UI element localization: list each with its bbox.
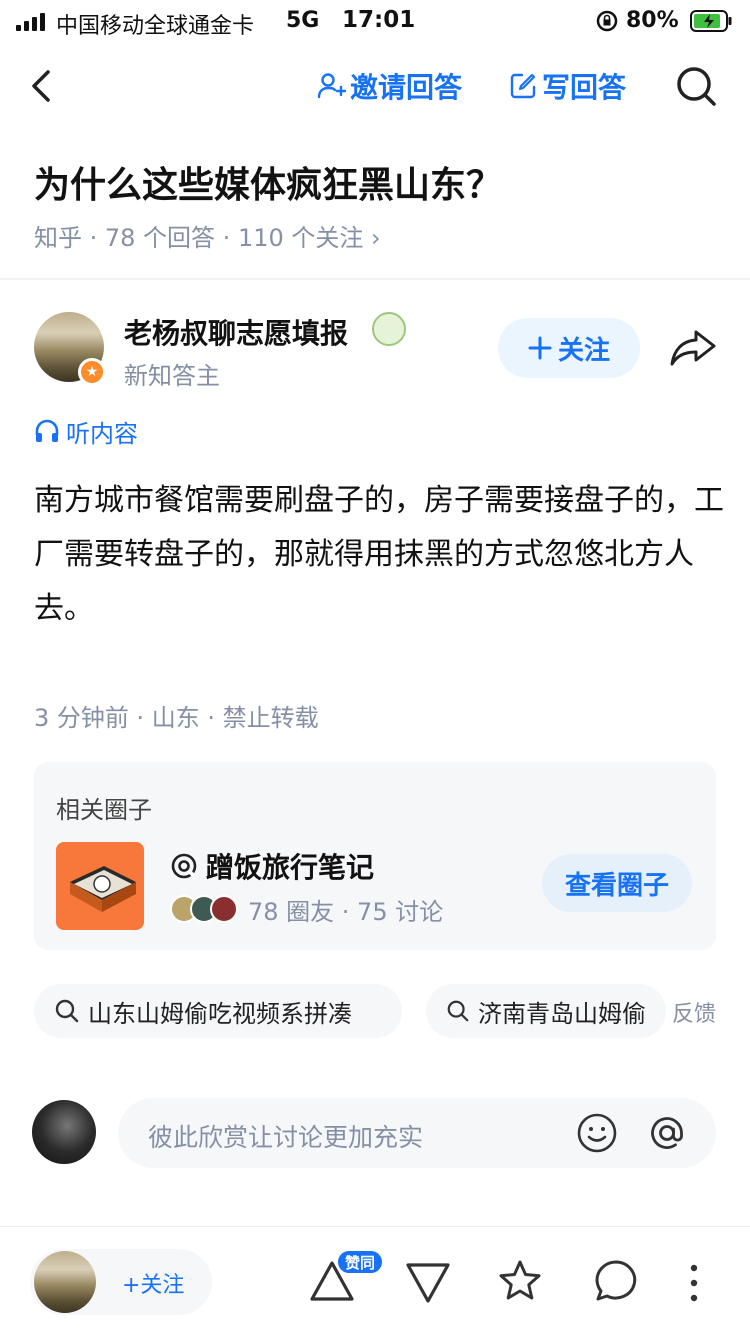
my-avatar[interactable] <box>32 1100 96 1164</box>
comment-input[interactable]: 彼此欣赏让讨论更加充实 <box>118 1098 716 1168</box>
answer-content: 南方城市餐馆需要刷盘子的，房子需要接盘子的，工厂需要转盘子的，那就得用抹黑的方式… <box>34 483 724 626</box>
invite-answer-button[interactable]: 邀请回答 <box>316 66 462 106</box>
circle-name[interactable]: 蹭饭旅行笔记 <box>170 846 374 886</box>
author-medal-icon <box>372 312 406 346</box>
bottom-follow-label: +关注 <box>122 1273 185 1298</box>
question-title[interactable]: 为什么这些媒体疯狂黑山东？ <box>34 156 502 208</box>
related-circle-card[interactable]: 相关圈子 蹭饭旅行笔记 78 圈友 · 75 讨论 查看圈子 <box>34 762 716 950</box>
related-search-label: 山东山姆偷吃视频系拼凑 <box>88 999 352 1028</box>
listen-label: 听内容 <box>66 420 138 448</box>
listen-button[interactable]: 听内容 <box>34 414 138 449</box>
carrier-label: 中国移动全球通金卡 <box>56 14 255 39</box>
star-icon[interactable] <box>496 1257 544 1305</box>
network-label: 5G <box>286 8 320 33</box>
edit-icon <box>510 73 536 99</box>
search-icon[interactable] <box>674 64 718 108</box>
top-nav: 邀请回答 写回答 <box>0 56 750 116</box>
question-meta[interactable]: 知乎 · 78 个回答 · 110 个关注 › <box>34 218 381 253</box>
comment-icon[interactable] <box>592 1257 640 1305</box>
circle-thumbnail <box>56 842 144 930</box>
write-answer-label: 写回答 <box>542 71 627 104</box>
related-circle-heading: 相关圈子 <box>56 796 152 824</box>
bottom-follow-button[interactable]: +关注 <box>30 1249 212 1315</box>
share-icon[interactable] <box>668 326 718 370</box>
follow-label: 关注 <box>557 335 610 366</box>
search-icon <box>55 999 79 1023</box>
rotation-lock-icon <box>596 10 618 32</box>
plus-icon <box>528 336 552 360</box>
battery-icon <box>690 10 732 32</box>
signal-icon <box>16 13 45 31</box>
follow-button[interactable]: 关注 <box>498 318 640 378</box>
star-badge-icon: ★ <box>78 358 106 386</box>
write-answer-button[interactable]: 写回答 <box>508 66 626 106</box>
member-avatars <box>170 895 238 923</box>
emoji-icon[interactable] <box>576 1112 618 1154</box>
invite-user-icon <box>317 73 346 99</box>
invite-answer-label: 邀请回答 <box>350 71 463 104</box>
more-icon[interactable] <box>684 1261 704 1305</box>
mention-icon[interactable] <box>646 1112 688 1154</box>
author-name[interactable]: 老杨叔聊志愿填报 <box>124 312 348 352</box>
related-search-label: 济南青岛山姆偷 <box>478 999 646 1028</box>
clock: 17:01 <box>342 7 416 33</box>
circle-icon <box>171 853 197 879</box>
circle-stats: 78 圈友 · 75 讨论 <box>248 898 444 926</box>
upvote-badge: 赞同 <box>336 1249 385 1275</box>
downvote-icon[interactable] <box>404 1257 452 1305</box>
answer-meta: 3 分钟前 · 山东 · 禁止转载 <box>34 704 319 732</box>
bottom-action-bar: +关注 赞同 <box>0 1226 750 1334</box>
comment-placeholder: 彼此欣赏让讨论更加充实 <box>148 1123 424 1152</box>
author-subtitle: 新知答主 <box>124 362 220 390</box>
battery-percent: 80% <box>626 8 679 33</box>
feedback-link[interactable]: 反馈 <box>668 996 717 1028</box>
status-bar: 中国移动全球通金卡 5G 17:01 80% <box>0 0 750 44</box>
view-circle-button[interactable]: 查看圈子 <box>542 854 692 912</box>
author-avatar <box>34 1251 96 1313</box>
divider <box>0 278 750 280</box>
suitcase-icon <box>70 866 136 912</box>
headphones-icon <box>35 419 59 442</box>
search-icon <box>447 1000 469 1022</box>
circle-name-label: 蹭饭旅行笔记 <box>206 851 375 884</box>
related-search-chip[interactable]: 济南青岛山姆偷 <box>426 984 666 1038</box>
related-search-chip[interactable]: 山东山姆偷吃视频系拼凑 <box>34 984 402 1038</box>
back-arrow-icon[interactable] <box>26 66 56 106</box>
